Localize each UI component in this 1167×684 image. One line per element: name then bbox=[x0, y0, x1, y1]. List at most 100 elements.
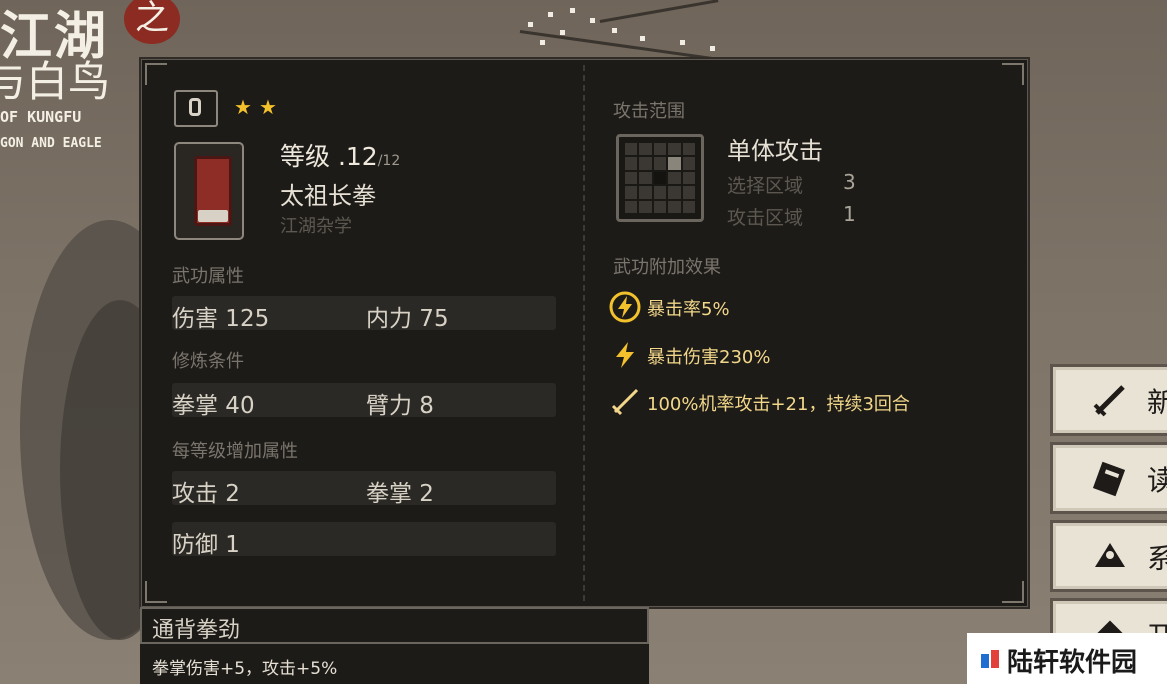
grid-cell bbox=[668, 171, 681, 185]
site-watermark: 陆轩软件园 bbox=[967, 633, 1167, 684]
grid-cell bbox=[668, 200, 681, 213]
logo-subtitle: 神雕侠侣与白鸟 bbox=[0, 57, 110, 106]
panel-corner bbox=[1002, 581, 1024, 603]
sword-icon bbox=[1093, 385, 1125, 417]
side-menu-label: 系 bbox=[1147, 542, 1167, 575]
blossom bbox=[680, 40, 685, 45]
fist-requirement: 拳掌 40 bbox=[172, 393, 255, 419]
blossom bbox=[612, 28, 617, 33]
watermark-logo-icon bbox=[981, 650, 999, 668]
grid-cell-center bbox=[653, 171, 667, 185]
select-area-value: 3 bbox=[843, 170, 856, 194]
watermark-text: 陆轩软件园 bbox=[1007, 648, 1138, 678]
blossom bbox=[528, 22, 533, 27]
grid-cell bbox=[639, 200, 652, 213]
grid-cell bbox=[682, 157, 695, 170]
side-menu-label: 新 bbox=[1147, 386, 1167, 419]
book-icon bbox=[1092, 461, 1126, 497]
per-level-row: 防御 1 bbox=[172, 522, 556, 558]
bonus-description: 拳掌伤害+5，攻击+5% bbox=[140, 644, 649, 684]
per-level-row: 攻击 2 拳掌 2 bbox=[172, 471, 556, 507]
bonus-title: 通背拳劲 bbox=[152, 618, 241, 643]
star-icon: ★ bbox=[259, 95, 277, 119]
rice-ball-icon bbox=[1095, 543, 1125, 567]
logo-english-line2: GON AND EAGLE bbox=[0, 136, 102, 151]
grid-cell bbox=[639, 186, 652, 199]
grid-cell-selected bbox=[668, 157, 681, 170]
panel-corner bbox=[1002, 63, 1024, 85]
grid-cell bbox=[653, 157, 667, 170]
grid-cell bbox=[625, 157, 638, 170]
defense-per-level: 防御 1 bbox=[172, 532, 240, 558]
grid-cell bbox=[682, 143, 695, 156]
grid-cell bbox=[639, 171, 652, 185]
book-pages bbox=[198, 210, 228, 222]
attack-type: 单体攻击 bbox=[727, 137, 823, 165]
side-menu-read-button[interactable]: 读 bbox=[1050, 442, 1167, 514]
attack-per-level: 攻击 2 bbox=[172, 481, 240, 507]
side-menu-label: 读 bbox=[1147, 464, 1167, 497]
skill-name: 太祖长拳 bbox=[280, 182, 376, 210]
tree-branch bbox=[599, 0, 719, 23]
bonus-text: 拳掌伤害+5，攻击+5% bbox=[152, 659, 338, 679]
grid-cell bbox=[682, 186, 695, 199]
grid-cell bbox=[625, 143, 638, 156]
blossom bbox=[548, 12, 553, 17]
level-max: /12 bbox=[377, 153, 401, 169]
skill-detail-panel: ★ ★ 等级 .12/12 太祖长拳 江湖杂学 武功属性 伤害 125 内力 7… bbox=[139, 57, 1030, 609]
arm-strength-requirement: 臂力 8 bbox=[366, 393, 434, 419]
blossom bbox=[570, 8, 575, 13]
blossom bbox=[560, 30, 565, 35]
grid-cell bbox=[653, 143, 667, 156]
grid-cell bbox=[682, 200, 695, 213]
skill-level: 等级 .12/12 bbox=[280, 137, 400, 173]
attack-area-label: 攻击区域 bbox=[727, 207, 804, 229]
level-label: 等级 .12 bbox=[280, 142, 378, 171]
skill-type: 江湖杂学 bbox=[280, 216, 352, 237]
skill-book-slot[interactable] bbox=[174, 142, 244, 240]
bonus-title-bar: 通背拳劲 bbox=[140, 607, 649, 644]
grid-cell bbox=[668, 186, 681, 199]
quality-badge bbox=[174, 90, 218, 127]
blossom bbox=[540, 40, 545, 45]
select-area-label: 选择区域 bbox=[727, 175, 804, 197]
range-title: 攻击范围 bbox=[613, 101, 685, 122]
blossom bbox=[590, 18, 595, 23]
requirements-row: 拳掌 40 臂力 8 bbox=[172, 383, 556, 419]
panel-divider bbox=[583, 65, 585, 601]
grid-cell bbox=[639, 143, 652, 156]
quality-icon bbox=[189, 98, 201, 116]
side-menu-new-button[interactable]: 新 bbox=[1050, 364, 1167, 436]
blossom bbox=[710, 46, 715, 51]
grid-cell bbox=[682, 171, 695, 185]
attributes-title: 武功属性 bbox=[172, 266, 244, 287]
star-icon: ★ bbox=[234, 95, 252, 119]
effect-text: 100%机率攻击+21，持续3回合 bbox=[647, 394, 910, 415]
lightning-icon bbox=[616, 342, 634, 368]
panel-corner bbox=[145, 581, 167, 603]
grid-cell bbox=[653, 186, 667, 199]
effects-title: 武功附加效果 bbox=[613, 257, 721, 278]
grid-cell bbox=[653, 200, 667, 213]
grid-cell bbox=[625, 200, 638, 213]
lightning-circle-icon bbox=[609, 291, 641, 323]
attack-area-value: 1 bbox=[843, 202, 856, 226]
side-menu-system-button[interactable]: 系 bbox=[1050, 520, 1167, 592]
damage-stat: 伤害 125 bbox=[172, 306, 270, 332]
blossom bbox=[640, 36, 645, 41]
attributes-row: 伤害 125 内力 75 bbox=[172, 296, 556, 332]
per-level-title: 每等级增加属性 bbox=[172, 441, 298, 462]
requirements-title: 修炼条件 bbox=[172, 351, 244, 372]
fist-per-level: 拳掌 2 bbox=[366, 481, 434, 507]
logo-seal: 之 bbox=[124, 0, 180, 44]
effect-text: 暴击率5% bbox=[647, 299, 730, 320]
effect-text: 暴击伤害230% bbox=[647, 347, 771, 368]
internal-power-stat: 内力 75 bbox=[366, 306, 449, 332]
sword-icon bbox=[611, 388, 639, 416]
grid-cell bbox=[625, 186, 638, 199]
attack-range-grid bbox=[616, 134, 704, 222]
logo-english-line1: OF KUNGFU bbox=[0, 108, 82, 126]
grid-cell bbox=[668, 143, 681, 156]
grid-cell bbox=[639, 157, 652, 170]
grid-cell bbox=[625, 171, 638, 185]
